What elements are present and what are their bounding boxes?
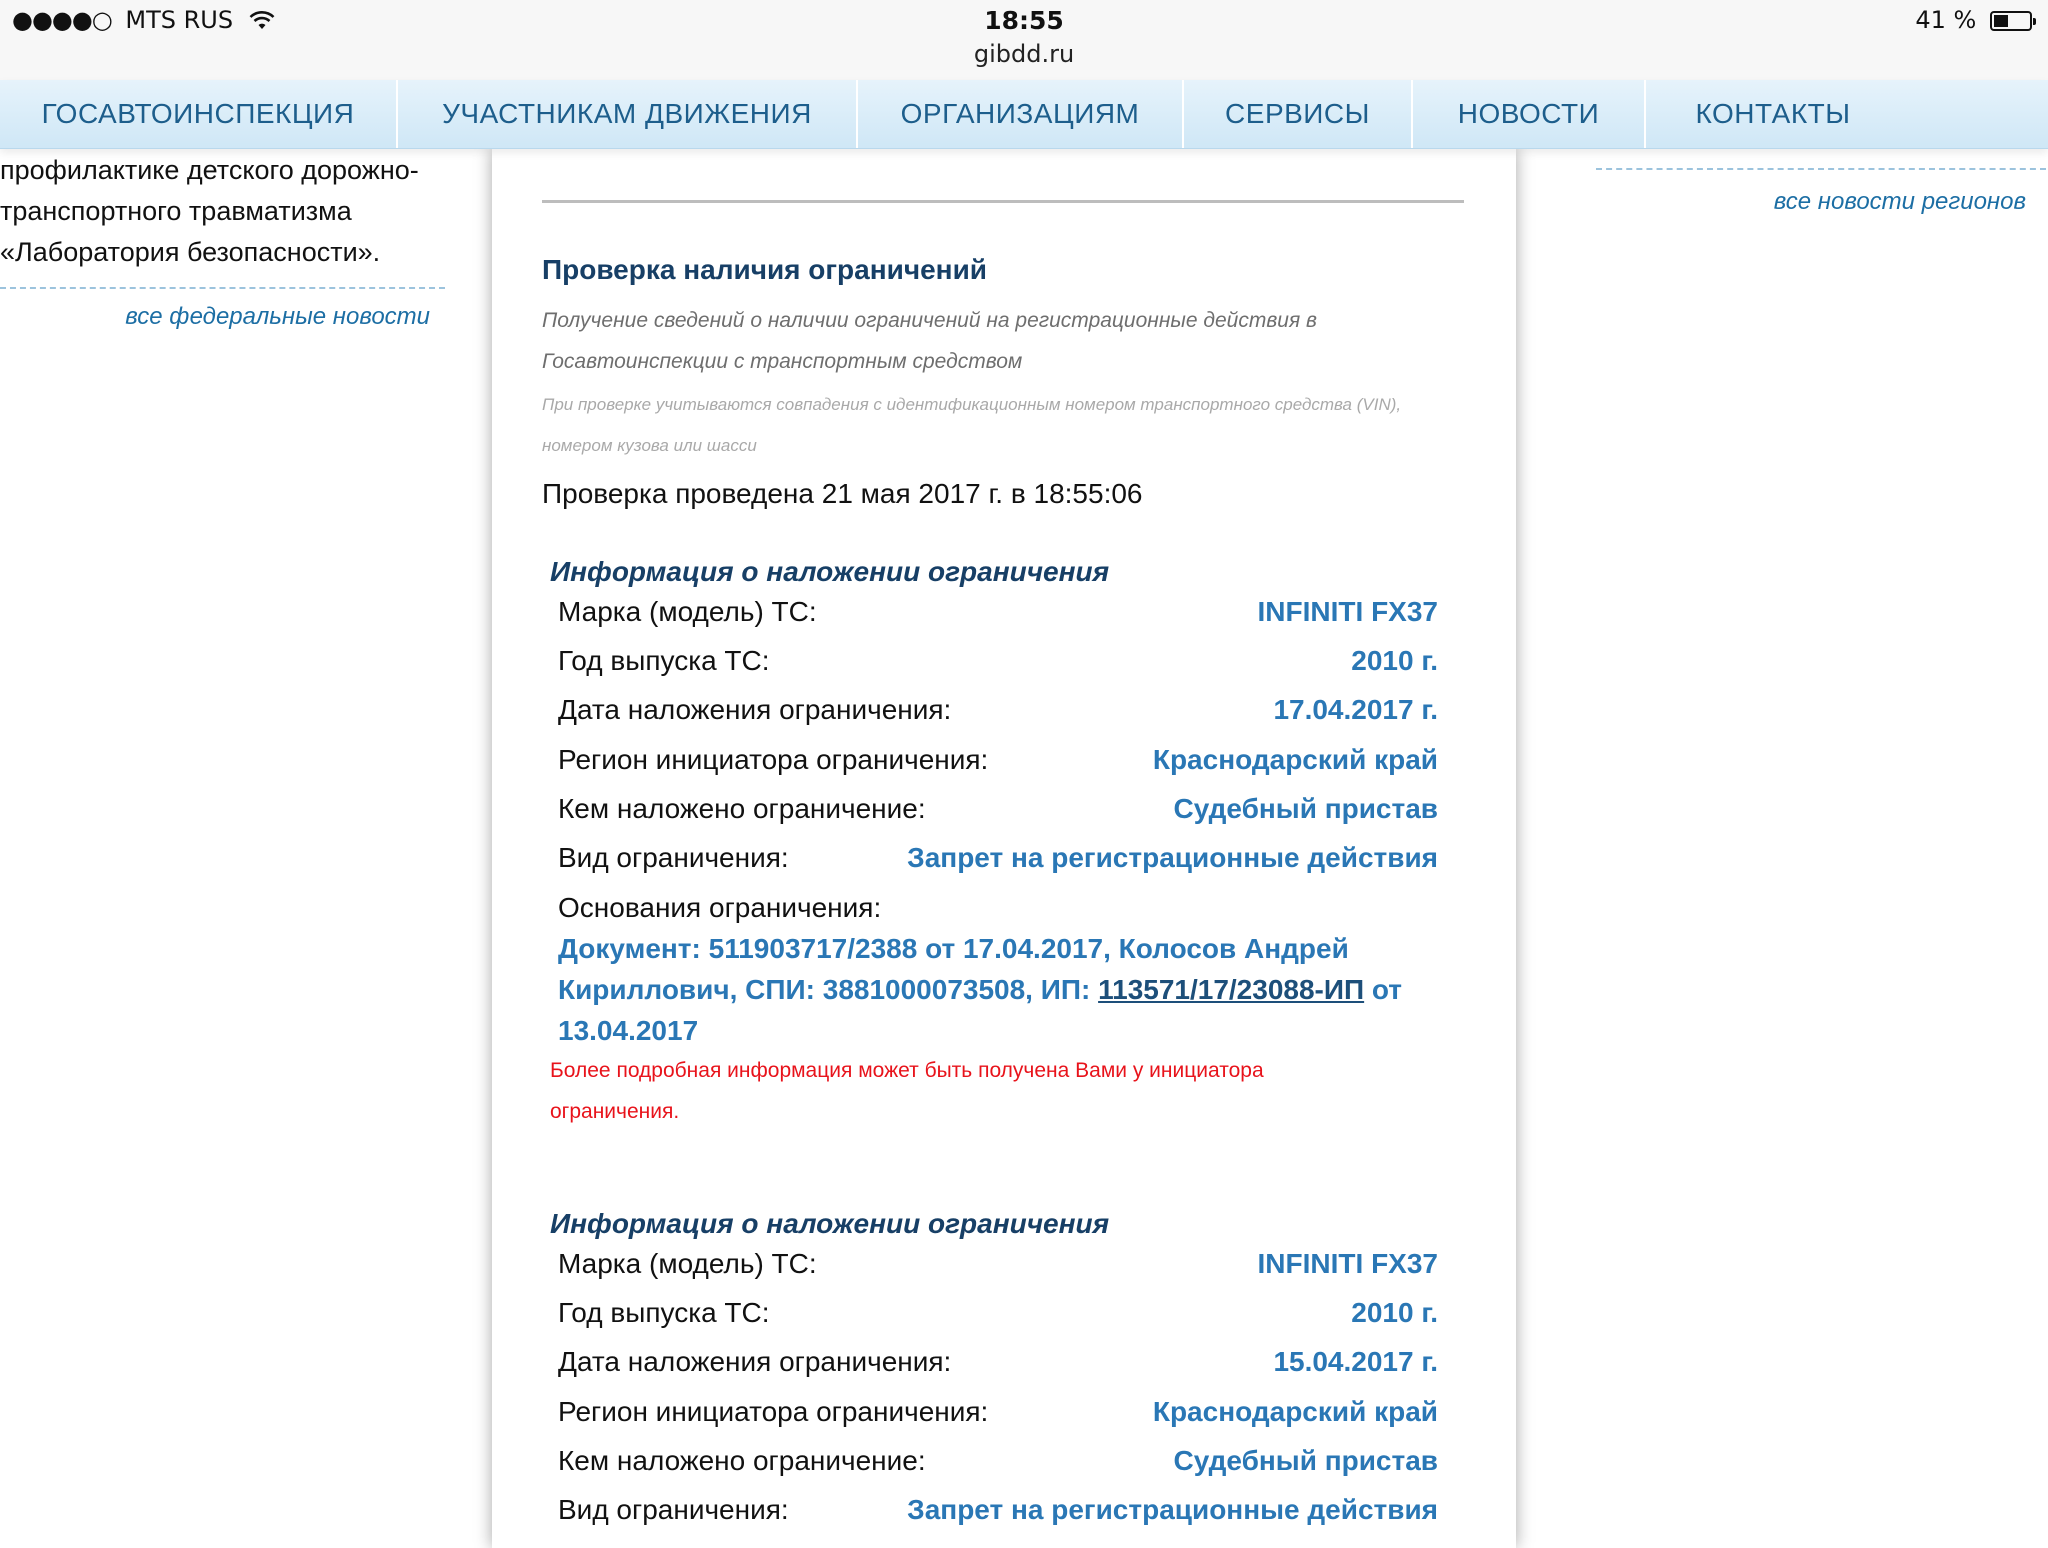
year-value: 2010 г. [1351,1297,1438,1328]
news-text: профилактике детского дорожно-транспортн… [0,155,419,267]
card-divider [542,200,1464,203]
nav-item-news[interactable]: НОВОСТИ [1413,80,1646,148]
date-label: Дата наложения ограничения: [558,694,952,725]
address-bar-url[interactable]: gibdd.ru [0,40,2048,68]
year-value: 2010 г. [1351,645,1438,676]
row-year: Год выпуска ТС: 2010 г. [558,1293,1438,1333]
left-news-column: профилактике детского дорожно-транспортн… [0,150,450,331]
row-region: Регион инициатора ограничения: Краснодар… [558,1392,1438,1432]
left-divider [0,287,445,289]
nav-item-gosavtoinspektsiya[interactable]: ГОСАВТОИНСПЕКЦИЯ [0,80,398,148]
model-value: INFINITI FX37 [1257,596,1438,627]
battery-level [1994,15,2008,27]
federal-news-link[interactable]: все федеральные новости [0,303,430,331]
regional-news-link[interactable]: все новости регионов [1596,188,2026,216]
battery-icon [1990,11,2036,31]
row-model: Марка (модель) ТС: INFINITI FX37 [558,1244,1438,1284]
imposed-by-label: Кем наложено ограничение: [558,793,926,824]
restriction-title: Информация о наложении ограничения [550,556,1110,587]
nav-item-organizations[interactable]: ОРГАНИЗАЦИЯМ [858,80,1184,148]
row-region: Регион инициатора ограничения: Краснодар… [558,740,1438,780]
main-nav: ГОСАВТОИНСПЕКЦИЯ УЧАСТНИКАМ ДВИЖЕНИЯ ОРГ… [0,80,2048,149]
imposed-by-label: Кем наложено ограничение: [558,1445,926,1476]
row-kind: Вид ограничения: Запрет на регистрационн… [558,838,1438,878]
imposed-by-value: Судебный пристав [1173,1445,1438,1476]
row-year: Год выпуска ТС: 2010 г. [558,641,1438,681]
model-label: Марка (модель) ТС: [558,596,817,627]
row-kind: Вид ограничения: Запрет на регистрационн… [558,1490,1438,1530]
check-date: Проверка проведена 21 мая 2017 г. в 18:5… [542,478,1143,509]
status-right: 41 % [1915,6,2036,34]
region-label: Регион инициатора ограничения: [558,744,989,775]
status-bar: ●●●●○ MTS RUS 18:55 gibdd.ru 41 % [0,0,2048,80]
restriction-title: Информация о наложении ограничения [550,1208,1110,1239]
row-imposed-by: Кем наложено ограничение: Судебный прист… [558,789,1438,829]
kind-label: Вид ограничения: [558,842,789,873]
model-label: Марка (модель) ТС: [558,1248,817,1279]
clock: 18:55 [984,6,1064,35]
region-value: Краснодарский край [1152,1396,1438,1427]
check-results-card: Проверка наличия ограничений Получение с… [492,148,1516,1548]
nav-item-services[interactable]: СЕРВИСЫ [1184,80,1413,148]
date-value: 17.04.2017 г. [1273,694,1438,725]
more-info-warning: Более подробная информация может быть по… [550,1059,1264,1123]
check-title: Проверка наличия ограничений [542,254,988,285]
nav-item-contacts[interactable]: КОНТАКТЫ [1646,80,1900,148]
year-label: Год выпуска ТС: [558,645,770,676]
row-imposed-by: Кем наложено ограничение: Судебный прист… [558,1441,1438,1481]
right-news-column: все новости регионов [1596,168,2046,216]
kind-value: Запрет на регистрационные действия [907,1494,1438,1525]
check-note: При проверке учитываются совпадения с ид… [542,395,1402,455]
kind-label: Вид ограничения: [558,1494,789,1525]
year-label: Год выпуска ТС: [558,1297,770,1328]
region-value: Краснодарский край [1152,744,1438,775]
model-value: INFINITI FX37 [1257,1248,1438,1279]
check-description: Получение сведений о наличии ограничений… [542,309,1317,373]
row-date: Дата наложения ограничения: 15.04.2017 г… [558,1342,1438,1382]
date-value: 15.04.2017 г. [1273,1346,1438,1377]
date-label: Дата наложения ограничения: [558,1346,952,1377]
battery-percentage: 41 % [1915,6,1977,34]
imposed-by-value: Судебный пристав [1173,793,1438,824]
nav-item-road-users[interactable]: УЧАСТНИКАМ ДВИЖЕНИЯ [398,80,858,148]
row-date: Дата наложения ограничения: 17.04.2017 г… [558,690,1438,730]
kind-value: Запрет на регистрационные действия [907,842,1438,873]
row-model: Марка (модель) ТС: INFINITI FX37 [558,592,1438,632]
region-label: Регион инициатора ограничения: [558,1396,989,1427]
basis-text: Документ: 511903717/2388 от 17.04.2017, … [558,928,1438,1051]
basis-label: Основания ограничения: [558,892,882,923]
right-divider [1596,168,2046,170]
enforcement-case-link[interactable]: 113571/17/23088-ИП [1098,974,1364,1005]
